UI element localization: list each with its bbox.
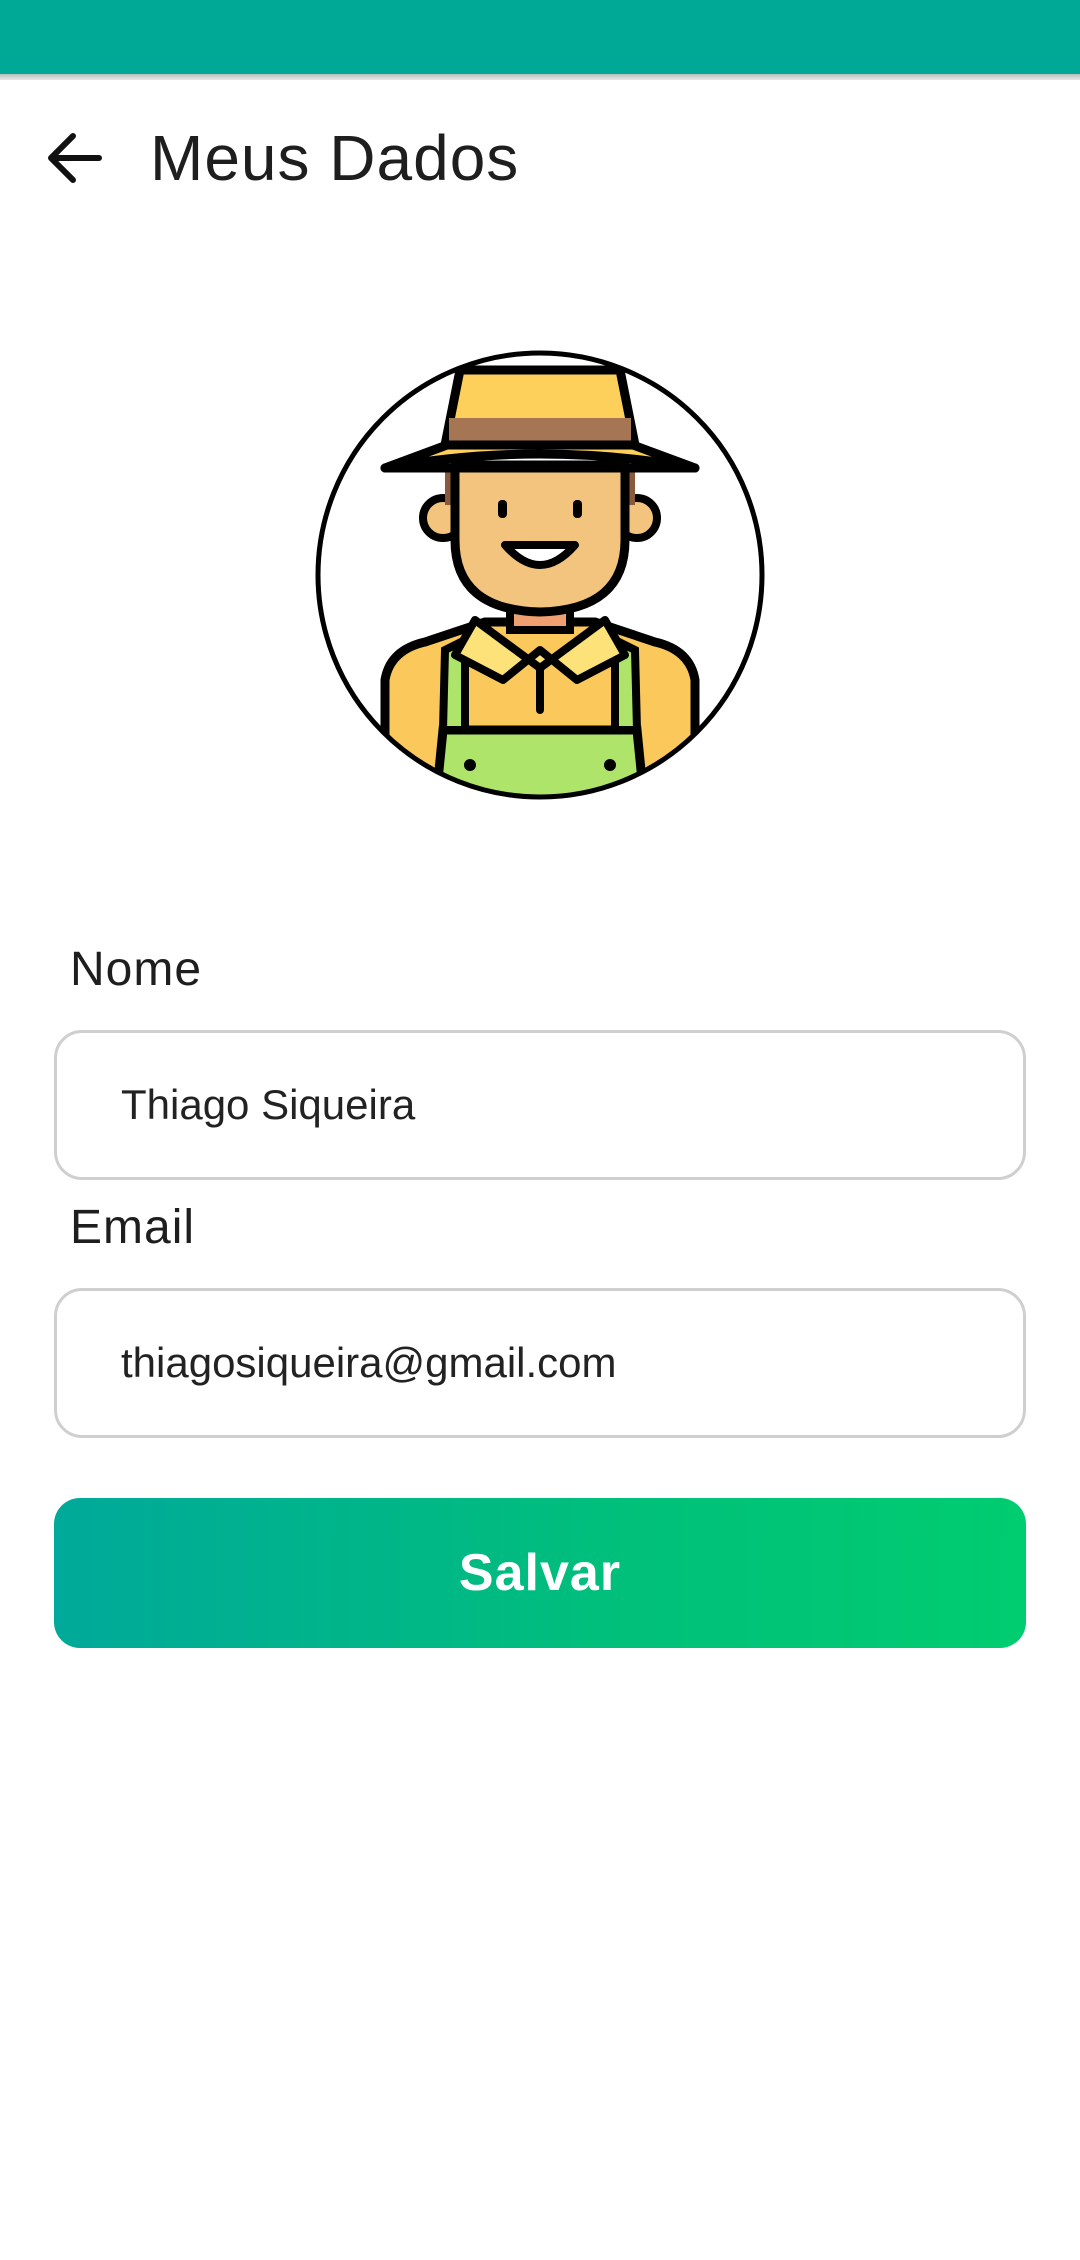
back-button[interactable] [34, 117, 116, 199]
page-title: Meus Dados [150, 122, 520, 194]
app-bar: Meus Dados [0, 80, 1080, 240]
arrow-left-icon [48, 133, 102, 183]
save-button[interactable]: Salvar [54, 1498, 1026, 1648]
name-input[interactable] [121, 1081, 1001, 1129]
avatar [315, 350, 765, 800]
name-field[interactable] [54, 1030, 1026, 1180]
farmer-avatar-icon [315, 350, 765, 800]
email-input[interactable] [121, 1339, 1001, 1387]
status-bar [0, 0, 1080, 74]
email-label: Email [70, 1201, 196, 1254]
name-label: Nome [70, 943, 203, 996]
email-field[interactable] [54, 1288, 1026, 1438]
